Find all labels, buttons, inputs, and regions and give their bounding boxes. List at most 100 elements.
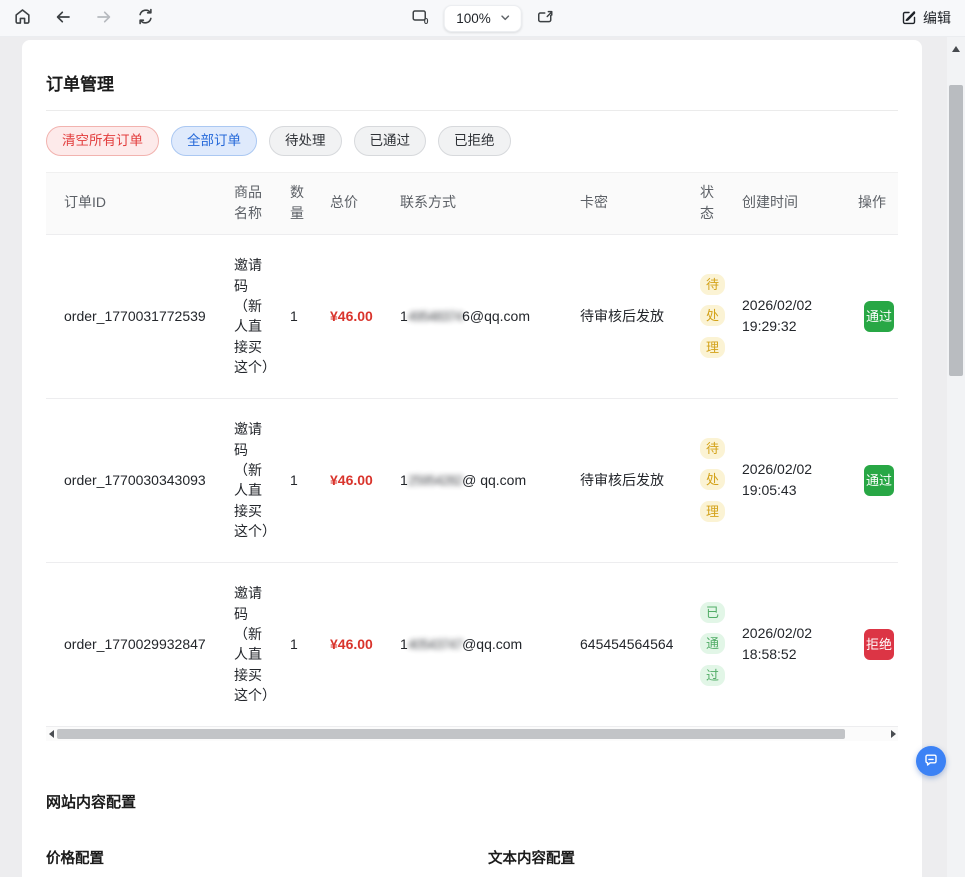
order-id-cell: order_1770029932847 <box>46 562 226 726</box>
scroll-right-arrow[interactable] <box>888 727 898 741</box>
site-config-title: 网站内容配置 <box>46 791 898 812</box>
col-order-id: 订单ID <box>46 173 226 235</box>
zoom-dropdown[interactable]: 100% <box>443 5 522 32</box>
scroll-up-arrow[interactable] <box>952 46 960 52</box>
contact-cell: 125954282@ qq.com <box>392 398 572 562</box>
horizontal-scrollbar-thumb[interactable] <box>57 729 845 739</box>
contact-masked: 25954282 <box>408 472 462 488</box>
toolbar-nav-group <box>0 9 154 27</box>
site-config-columns: 价格配置 文本内容配置 <box>46 847 898 868</box>
col-total: 总价 <box>322 173 392 235</box>
col-quantity: 数量 <box>282 173 322 235</box>
table-row: order_1770029932847 邀请码（新人直接买这个） 1 ¥46.0… <box>46 562 898 726</box>
edit-button[interactable]: 编辑 <box>901 8 951 28</box>
forward-arrow-icon <box>95 8 113 29</box>
status-cell: 待处理 <box>692 234 734 398</box>
monitor-external-icon <box>535 7 555 30</box>
total-price-cell: ¥46.00 <box>322 398 392 562</box>
contact-masked: 40543747 <box>408 636 462 652</box>
contact-prefix: 1 <box>400 636 408 652</box>
contact-masked: 49548374 <box>408 308 462 324</box>
total-price-cell: ¥46.00 <box>322 562 392 726</box>
clear-all-orders-button[interactable]: 清空所有订单 <box>46 126 159 156</box>
device-toolbar-icon: 0 <box>410 7 430 30</box>
filter-rejected[interactable]: 已拒绝 <box>438 126 511 156</box>
col-status: 状态 <box>692 173 734 235</box>
price-config-title: 价格配置 <box>46 847 488 868</box>
device-toolbar-button[interactable]: 0 <box>411 9 429 27</box>
status-cell: 已通过 <box>692 562 734 726</box>
quantity-cell: 1 <box>282 234 322 398</box>
status-badge: 待处理 <box>700 438 725 523</box>
text-config-title: 文本内容配置 <box>488 847 575 868</box>
vertical-scrollbar-thumb[interactable] <box>949 85 963 376</box>
refresh-button[interactable] <box>136 9 154 27</box>
product-cell: 邀请码（新人直接买这个） <box>226 398 282 562</box>
contact-suffix: @ qq.com <box>462 472 526 488</box>
col-card-key: 卡密 <box>572 173 692 235</box>
filter-all-orders[interactable]: 全部订单 <box>171 126 257 156</box>
status-badge: 已通过 <box>700 602 725 687</box>
approve-button[interactable]: 通过 <box>864 465 894 497</box>
title-divider <box>46 110 898 111</box>
price-config-column: 价格配置 <box>46 847 488 868</box>
forward-button[interactable] <box>95 9 113 27</box>
chevron-down-icon <box>500 11 511 26</box>
table-row: order_1770031772539 邀请码（新人直接买这个） 1 ¥46.0… <box>46 234 898 398</box>
vertical-scrollbar <box>947 37 965 877</box>
product-cell: 邀请码（新人直接买这个） <box>226 234 282 398</box>
zoom-value: 100% <box>456 11 491 26</box>
col-contact: 联系方式 <box>392 173 572 235</box>
orders-table-viewport: 订单ID 商品名称 数量 总价 联系方式 卡密 状态 创建时间 操作 order… <box>46 172 898 727</box>
horizontal-scrollbar <box>46 727 898 741</box>
created-cell: 2026/02/02 19:05:43 <box>734 398 850 562</box>
order-id-cell: order_1770031772539 <box>46 234 226 398</box>
col-created: 创建时间 <box>734 173 850 235</box>
contact-prefix: 1 <box>400 472 408 488</box>
created-cell: 2026/02/02 19:29:32 <box>734 234 850 398</box>
action-cell: 通过 <box>850 398 898 562</box>
action-cell: 通过 <box>850 234 898 398</box>
refresh-icon <box>136 7 155 29</box>
status-cell: 待处理 <box>692 398 734 562</box>
table-header-row: 订单ID 商品名称 数量 总价 联系方式 卡密 状态 创建时间 操作 <box>46 173 898 235</box>
product-cell: 邀请码（新人直接买这个） <box>226 562 282 726</box>
filter-approved[interactable]: 已通过 <box>354 126 427 156</box>
status-badge: 待处理 <box>700 274 725 359</box>
toolbar-right-group: 编辑 <box>901 8 965 28</box>
created-cell: 2026/02/02 18:58:52 <box>734 562 850 726</box>
contact-prefix: 1 <box>400 308 408 324</box>
contact-suffix: 6@qq.com <box>462 308 530 324</box>
total-price-cell: ¥46.00 <box>322 234 392 398</box>
back-arrow-icon <box>54 8 72 29</box>
edit-label: 编辑 <box>923 8 951 28</box>
orders-table: 订单ID 商品名称 数量 总价 联系方式 卡密 状态 创建时间 操作 order… <box>46 173 898 727</box>
edit-pencil-icon <box>901 9 917 28</box>
home-button[interactable] <box>13 9 31 27</box>
filter-pending[interactable]: 待处理 <box>269 126 342 156</box>
toolbar-center-group: 0 100% <box>411 0 554 36</box>
browser-toolbar: 0 100% <box>0 0 965 37</box>
col-action: 操作 <box>850 173 898 235</box>
quantity-cell: 1 <box>282 398 322 562</box>
card-key-cell: 645454564564 <box>572 562 692 726</box>
scroll-left-arrow[interactable] <box>46 727 56 741</box>
approve-button[interactable]: 通过 <box>864 301 894 333</box>
text-config-column: 文本内容配置 <box>488 847 575 868</box>
home-icon <box>13 7 32 29</box>
contact-suffix: @qq.com <box>462 636 522 652</box>
order-id-cell: order_1770030343093 <box>46 398 226 562</box>
contact-cell: 1495483746@qq.com <box>392 234 572 398</box>
col-product: 商品名称 <box>226 173 282 235</box>
back-button[interactable] <box>54 9 72 27</box>
reject-button[interactable]: 拒绝 <box>864 629 894 661</box>
quantity-cell: 1 <box>282 562 322 726</box>
device-count-label: 0 <box>423 16 428 26</box>
triangle-left-icon <box>49 730 54 738</box>
contact-cell: 140543747@qq.com <box>392 562 572 726</box>
card-key-cell: 待审核后发放 <box>572 234 692 398</box>
table-row: order_1770030343093 邀请码（新人直接买这个） 1 ¥46.0… <box>46 398 898 562</box>
chat-fab-button[interactable] <box>916 746 946 776</box>
main-content-card: 订单管理 清空所有订单 全部订单 待处理 已通过 已拒绝 订单ID 商品名称 数… <box>22 40 922 877</box>
open-external-button[interactable] <box>536 9 554 27</box>
